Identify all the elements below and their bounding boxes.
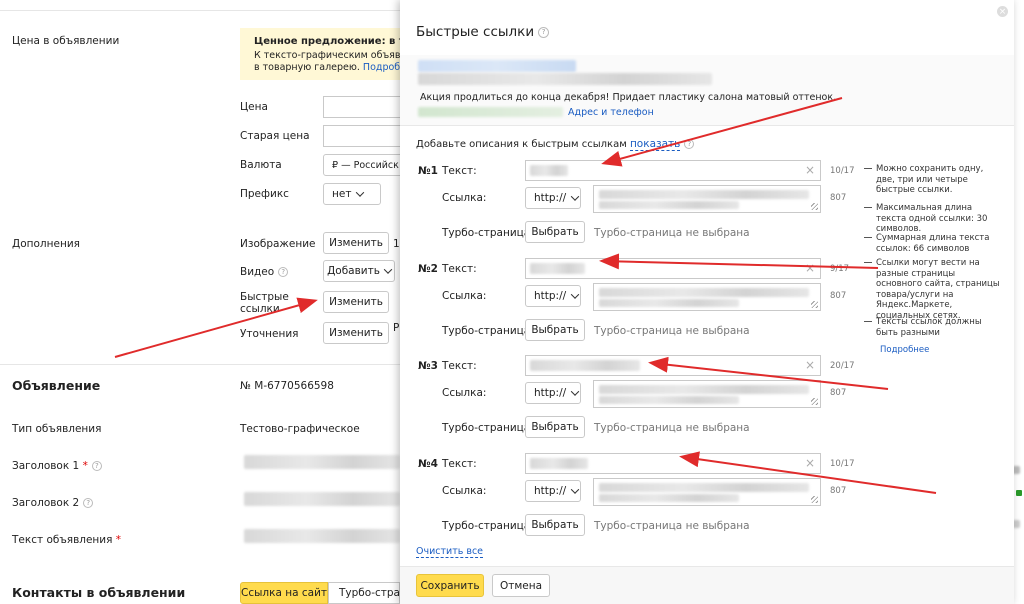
arrow-to-quicklinks-button xyxy=(114,297,318,358)
arrow-to-link4 xyxy=(679,451,937,494)
arrow-to-link2 xyxy=(599,253,879,270)
arrow-to-link3 xyxy=(648,356,889,390)
annotation-arrows xyxy=(114,97,937,494)
arrow-to-link1 xyxy=(601,97,843,167)
